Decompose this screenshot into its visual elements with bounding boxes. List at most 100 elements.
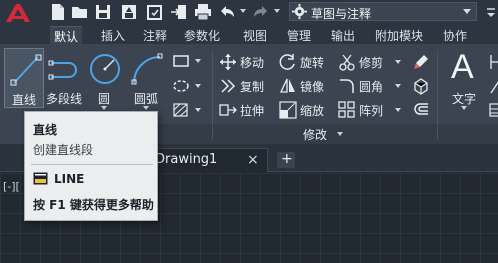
new-icon[interactable] (49, 3, 67, 21)
undo-icon[interactable] (218, 3, 236, 21)
table-tool-button[interactable] (486, 100, 498, 120)
trim-dropdown-icon[interactable] (395, 60, 401, 64)
tab-output[interactable]: 输出 (327, 26, 359, 44)
dimension-icon (490, 55, 498, 69)
offset-tool-button[interactable] (412, 100, 430, 120)
scale-icon (279, 101, 297, 119)
hatch-tool-button[interactable] (172, 100, 202, 120)
text-tool-label: 文字 (451, 92, 476, 106)
file-tab-name: Drawing1 (155, 152, 218, 167)
fillet-tool-label: 圆角 (359, 80, 384, 94)
offset-icon (414, 103, 428, 115)
mirror-tool-label: 镜像 (300, 80, 325, 94)
cloud-save-icon[interactable] (146, 3, 164, 21)
copy-tool-button[interactable]: 复制 (219, 76, 267, 96)
copy-icon (221, 79, 236, 93)
redo-dropdown-icon[interactable] (274, 9, 280, 13)
erase-tool-button[interactable] (412, 52, 430, 72)
tab-manage[interactable]: 管理 (283, 26, 315, 44)
rotate-tool-label: 旋转 (300, 56, 325, 70)
explode-icon (414, 78, 428, 95)
arc-icon (131, 53, 163, 85)
app-logo-icon[interactable] (3, 2, 33, 24)
scale-tool-button[interactable]: 缩放 (279, 100, 335, 120)
rectangle-tool-button[interactable] (172, 51, 202, 71)
fillet-tool-button[interactable]: 圆角 (338, 76, 401, 96)
scale-tool-label: 缩放 (300, 104, 325, 118)
file-tab-drawing1[interactable]: Drawing1 × (140, 148, 268, 172)
tab-insert[interactable]: 插入 (97, 26, 129, 44)
ribbon-tab-bar: 默认 插入 注释 参数化 视图 管理 输出 附加模块 协作 (0, 24, 498, 44)
stretch-tool-button[interactable]: 拉伸 (219, 100, 267, 120)
circle-tool-label: 圆 (97, 92, 110, 106)
viewport-control[interactable]: [-][ (3, 180, 20, 193)
array-icon (338, 101, 355, 118)
quick-access-toolbar: 草图与注释 (0, 0, 498, 24)
text-dropdown-icon[interactable] (461, 106, 467, 110)
circle-icon (90, 54, 120, 84)
tab-annotate[interactable]: 注释 (139, 26, 171, 44)
tab-default[interactable]: 默认 (50, 26, 83, 44)
redo-icon[interactable] (252, 3, 270, 21)
polyline-tool-label: 多段线 (45, 92, 82, 106)
tab-collaborate[interactable]: 协作 (439, 26, 471, 44)
save-icon[interactable] (94, 3, 112, 21)
modify-panel-expand-icon[interactable] (337, 132, 343, 136)
chevron-down-icon (463, 9, 471, 14)
text-tool-button[interactable]: A 文字 (444, 48, 484, 110)
arc-tool-label: 圆弧 (133, 92, 158, 106)
arc-tool-button[interactable]: 圆弧 (126, 48, 166, 110)
circle-dropdown-icon[interactable] (101, 106, 107, 110)
annotation-tool-button[interactable] (486, 52, 498, 72)
fillet-dropdown-icon[interactable] (395, 84, 401, 88)
leader-icon (490, 81, 498, 94)
array-tool-label: 阵列 (359, 104, 384, 118)
ellipse-tool-button[interactable] (172, 76, 202, 96)
hatch-dropdown-icon[interactable] (195, 108, 201, 112)
move-tool-button[interactable]: 移动 (219, 52, 267, 72)
fillet-icon (340, 79, 354, 93)
panel-separator (212, 50, 213, 140)
erase-icon (414, 55, 428, 69)
mirror-icon (279, 78, 295, 93)
customize-toolbar-icon[interactable] (484, 3, 498, 21)
tab-parametric[interactable]: 参数化 (180, 26, 224, 44)
modify-panel-label[interactable]: 修改 (303, 126, 327, 143)
command-line-icon (33, 172, 48, 185)
close-icon[interactable]: × (247, 152, 259, 168)
move-icon (220, 54, 236, 70)
line-tool-button[interactable]: 直线 (4, 48, 44, 108)
share-icon[interactable] (170, 3, 188, 21)
move-tool-label: 移动 (240, 56, 265, 70)
text-glyph-icon: A (451, 48, 474, 86)
rotate-tool-button[interactable]: 旋转 (279, 52, 335, 72)
open-icon[interactable] (71, 3, 89, 21)
tab-view[interactable]: 视图 (239, 26, 271, 44)
rectangle-dropdown-icon[interactable] (195, 59, 201, 63)
circle-tool-button[interactable]: 圆 (84, 48, 124, 110)
array-dropdown-icon[interactable] (395, 108, 401, 112)
saveas-icon[interactable] (120, 3, 138, 21)
arc-dropdown-icon[interactable] (143, 106, 149, 110)
trim-icon (339, 54, 355, 71)
array-tool-button[interactable]: 阵列 (338, 100, 401, 120)
new-tab-button[interactable]: + (277, 151, 295, 168)
polyline-tool-button[interactable]: 多段线 (44, 48, 84, 108)
workspace-label: 草图与注释 (311, 7, 372, 21)
ellipse-dropdown-icon[interactable] (195, 84, 201, 88)
copy-tool-label: 复制 (240, 80, 265, 94)
plot-icon[interactable] (194, 3, 212, 21)
tooltip-help-hint: 按 F1 键获得更多帮助 (33, 198, 154, 212)
workspace-select[interactable]: 草图与注释 (289, 2, 477, 21)
undo-dropdown-icon[interactable] (240, 9, 246, 13)
leader-tool-button[interactable] (486, 76, 498, 96)
ellipse-icon (173, 80, 189, 92)
line-tooltip: 直线 创建直线段 LINE 按 F1 键获得更多帮助 (24, 111, 158, 221)
tooltip-description: 创建直线段 (33, 143, 94, 157)
trim-tool-button[interactable]: 修剪 (338, 52, 401, 72)
tooltip-divider (31, 164, 153, 165)
stretch-tool-label: 拉伸 (240, 104, 265, 118)
explode-tool-button[interactable] (412, 76, 430, 96)
tab-addins[interactable]: 附加模块 (371, 26, 427, 44)
mirror-tool-button[interactable]: 镜像 (279, 76, 335, 96)
